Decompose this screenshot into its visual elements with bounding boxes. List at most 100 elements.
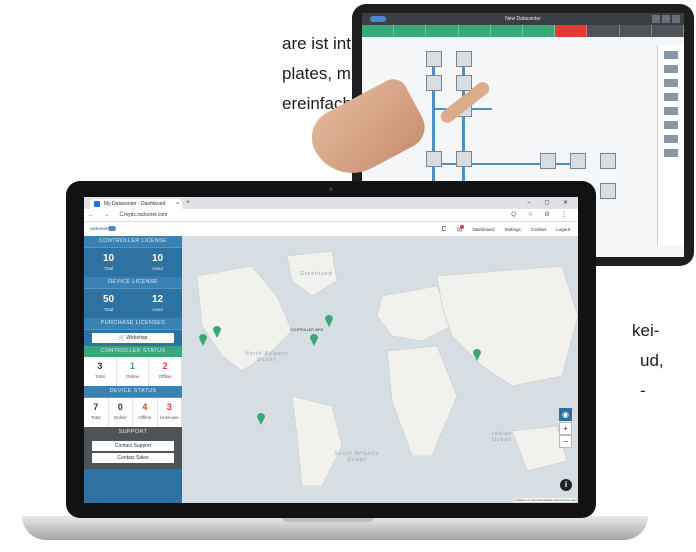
stat-value: 50 <box>102 294 115 305</box>
notifications-icon[interactable]: ✉ <box>457 224 465 234</box>
dashboard-sidebar: CONTROLLER LICENSE 10 Total 10 Used DEVI… <box>84 236 183 503</box>
palette-item[interactable] <box>664 149 678 157</box>
url-field[interactable]: mydc.rackonet.com <box>124 211 167 219</box>
world-map[interactable]: North Atlantic Ocean South Atlantic Ocea… <box>182 236 578 503</box>
tablet-tool-button[interactable] <box>523 25 556 37</box>
info-icon[interactable]: i <box>560 479 572 491</box>
support-section: Contact Support Contact Sales <box>84 438 182 469</box>
stat-label: Total <box>90 415 101 420</box>
south-america-shape <box>291 395 343 487</box>
bg-text-line: kei- <box>632 321 660 340</box>
nav-settings[interactable]: Settings <box>504 227 520 232</box>
controller_status-item: 2 Offline <box>149 357 183 386</box>
contact-support-button[interactable]: Contact Support <box>92 441 174 451</box>
device-license-stats: 50 Total 12 Used <box>84 289 182 318</box>
device-license-total: 50 Total <box>84 289 133 318</box>
tablet-device-palette <box>657 45 684 245</box>
device-license-header: DEVICE LICENSE <box>84 277 182 289</box>
tablet-tool-button[interactable] <box>426 25 459 37</box>
browser-tab[interactable]: My Datacenter - Dashboard × <box>90 199 182 209</box>
device-status-header: DEVICE STATUS <box>84 386 182 398</box>
tablet-device-node[interactable] <box>456 51 472 67</box>
tablet-device-node[interactable] <box>540 153 556 169</box>
stat-value: 2 <box>162 361 168 371</box>
controller_status-item: 1 Online <box>117 357 150 386</box>
browser-nav-buttons[interactable]: ← → C <box>88 209 128 221</box>
palette-item[interactable] <box>664 51 678 59</box>
tablet-device-node[interactable] <box>600 183 616 199</box>
browser-toolbar-icons[interactable]: Q ☆ Θ ⋮ <box>511 209 572 221</box>
stat-label: Total <box>103 307 114 312</box>
palette-item[interactable] <box>664 65 678 73</box>
controller-license-stats: 10 Total 10 Used <box>84 248 182 277</box>
map-pin-icon[interactable] <box>472 347 482 361</box>
tab-close-icon[interactable]: × <box>176 199 179 209</box>
nav-contact[interactable]: Contact <box>531 227 547 232</box>
controller-status-stats: 3 Total 1 Online 2 Offline <box>84 357 183 386</box>
tablet-tool-button[interactable] <box>458 25 491 37</box>
tablet-menu-icon[interactable] <box>672 15 680 23</box>
palette-item[interactable] <box>664 121 678 129</box>
zoom-out-button[interactable]: − <box>559 435 572 448</box>
cloud-icon <box>108 226 117 232</box>
device-license-used: 12 Used <box>133 289 182 318</box>
device_status-item: 0 Online <box>109 398 133 427</box>
controller-license-header: CONTROLLER LICENSE <box>84 236 182 248</box>
app-nav: C ✉ Dashboard Settings Contact Logout <box>442 222 570 237</box>
tablet-device-node[interactable] <box>456 75 472 91</box>
tablet-tool-button[interactable] <box>490 25 524 37</box>
tablet-device-node[interactable] <box>426 75 442 91</box>
map-pin-icon[interactable] <box>212 324 222 338</box>
tablet-tool-button[interactable] <box>394 25 427 37</box>
zoom-in-button[interactable]: + <box>559 422 572 435</box>
nav-dashboard[interactable]: Dashboard <box>472 227 494 232</box>
controller-status-header: CONTROLLER STATUS <box>84 346 182 357</box>
app-logo[interactable]: rackonet <box>90 226 117 232</box>
controller-license-total: 10 Total <box>84 248 133 277</box>
laptop-camera <box>329 187 333 191</box>
stat-label: Online <box>126 374 140 379</box>
tablet-tool-button[interactable] <box>362 25 395 37</box>
tablet-tool-button[interactable] <box>619 25 652 37</box>
new-tab-button[interactable]: + <box>186 197 190 209</box>
stat-label: Offline <box>138 415 152 420</box>
asia-shape <box>436 265 578 387</box>
webshop-label: Webshop <box>126 335 148 341</box>
map-pin-icon[interactable] <box>324 313 334 327</box>
map-pin-icon[interactable] <box>309 332 319 346</box>
stat-value: 0 <box>117 402 123 412</box>
tablet-device-node[interactable] <box>426 51 442 67</box>
tablet-user-icon[interactable] <box>652 15 660 23</box>
browser-tabbar: My Datacenter - Dashboard × + – ◻ ✕ <box>84 197 578 209</box>
palette-item[interactable] <box>664 107 678 115</box>
controller-license-used: 10 Used <box>133 248 182 277</box>
tablet-device-node[interactable] <box>426 151 442 167</box>
tab-title: My Datacenter - Dashboard <box>104 201 166 207</box>
cart-icon: 🛒 <box>118 335 125 341</box>
palette-item[interactable] <box>664 93 678 101</box>
map-pin-icon[interactable] <box>256 411 266 425</box>
window-controls[interactable]: – ◻ ✕ <box>527 197 574 209</box>
tablet-settings-icon[interactable] <box>662 15 670 23</box>
support-header: SUPPORT <box>84 427 182 438</box>
map-pin-icon[interactable] <box>198 332 208 346</box>
tablet-tool-button[interactable] <box>587 25 620 37</box>
nav-logout[interactable]: Logout <box>556 227 570 232</box>
stat-label: Used <box>152 307 163 312</box>
refresh-icon[interactable]: C <box>442 226 447 233</box>
palette-item[interactable] <box>664 79 678 87</box>
tablet-device-node[interactable] <box>456 151 472 167</box>
webshop-button[interactable]: 🛒 Webshop <box>92 333 174 343</box>
stat-value: 3 <box>166 402 172 412</box>
tablet-tool-button[interactable] <box>651 25 684 37</box>
tablet-device-node[interactable] <box>600 153 616 169</box>
stat-value: 3 <box>97 361 103 371</box>
device_status-item: 3 Unknown <box>158 398 182 427</box>
stat-value: 1 <box>130 361 136 371</box>
contact-sales-button[interactable]: Contact Sales <box>92 453 174 463</box>
map-attribution[interactable]: © Mapbox © OpenStreetMap Improve this ma… <box>513 498 576 502</box>
globe-icon[interactable]: ◉ <box>559 408 572 421</box>
tablet-tool-button[interactable] <box>555 25 588 37</box>
palette-item[interactable] <box>664 135 678 143</box>
tablet-device-node[interactable] <box>570 153 586 169</box>
